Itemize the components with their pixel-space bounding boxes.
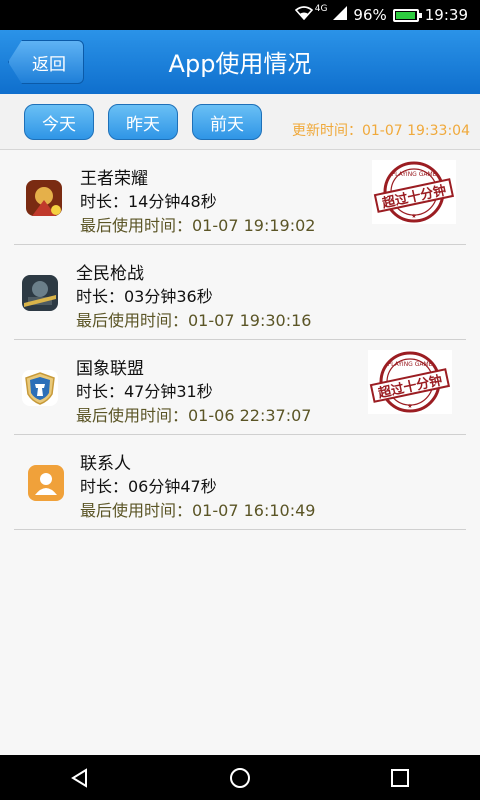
page-title: App使用情况 — [168, 50, 312, 78]
recent-apps-square-icon[interactable] — [390, 768, 410, 788]
signal-icon — [333, 6, 348, 24]
list-item[interactable]: 王者荣耀 时长：14分钟48秒 最后使用时间：01-07 19:19:02 PL… — [14, 150, 466, 245]
honor-of-kings-icon — [26, 180, 62, 216]
navigation-bar — [0, 755, 480, 800]
clock: 19:39 — [424, 6, 468, 24]
usage-duration: 时长：14分钟48秒 — [80, 192, 217, 211]
list-item[interactable]: 联系人 时长：06分钟47秒 最后使用时间：01-07 16:10:49 — [14, 435, 466, 530]
battery-percent: 96% — [353, 6, 387, 24]
app-name: 联系人 — [80, 454, 131, 474]
last-used-time: 最后使用时间：01-07 16:10:49 — [80, 501, 316, 520]
shooter-game-icon — [22, 275, 58, 311]
app-name: 全民枪战 — [76, 264, 144, 284]
tab-yesterday[interactable]: 昨天 — [108, 104, 178, 140]
app-name: 王者荣耀 — [80, 169, 148, 189]
status-bar: 4G 96% 19:39 — [0, 0, 480, 30]
tab-day-before-yesterday[interactable]: 前天 — [192, 104, 262, 140]
app-usage-list: 王者荣耀 时长：14分钟48秒 最后使用时间：01-07 19:19:02 PL… — [0, 150, 480, 530]
last-used-time: 最后使用时间：01-06 22:37:07 — [76, 406, 312, 425]
network-type: 4G — [314, 4, 328, 14]
stamp-small-text: PLAYING GAME — [392, 171, 437, 178]
stamp-small-text: PLAYING GAME — [388, 361, 433, 368]
contacts-icon — [28, 465, 64, 501]
home-circle-icon[interactable] — [229, 767, 251, 789]
app-name: 国象联盟 — [76, 359, 144, 379]
usage-duration: 时长：06分钟47秒 — [80, 477, 217, 496]
chess-shield-icon — [22, 370, 58, 406]
update-time: 更新时间：01-07 19:33:04 — [291, 123, 470, 139]
last-used-time: 最后使用时间：01-07 19:19:02 — [80, 216, 316, 235]
over-ten-minutes-stamp: PLAYING GAME 超过十分钟 ★ — [372, 160, 456, 224]
last-used-time: 最后使用时间：01-07 19:30:16 — [76, 311, 312, 330]
battery-icon — [392, 8, 422, 22]
usage-duration: 时长：03分钟36秒 — [76, 287, 213, 306]
day-tabs: 今天 昨天 前天 更新时间：01-07 19:33:04 — [0, 94, 480, 150]
svg-text:★: ★ — [411, 213, 416, 220]
list-item[interactable]: 国象联盟 时长：47分钟31秒 最后使用时间：01-06 22:37:07 PL… — [14, 340, 466, 435]
app-header: 返回 App使用情况 — [0, 30, 480, 94]
wifi-icon — [294, 6, 313, 24]
usage-duration: 时长：47分钟31秒 — [76, 382, 213, 401]
svg-text:★: ★ — [407, 403, 412, 410]
list-item[interactable]: 全民枪战 时长：03分钟36秒 最后使用时间：01-07 19:30:16 — [14, 245, 466, 340]
back-triangle-icon[interactable] — [70, 767, 90, 788]
over-ten-minutes-stamp: PLAYING GAME 超过十分钟 ★ — [368, 350, 452, 414]
tab-today[interactable]: 今天 — [24, 104, 94, 140]
